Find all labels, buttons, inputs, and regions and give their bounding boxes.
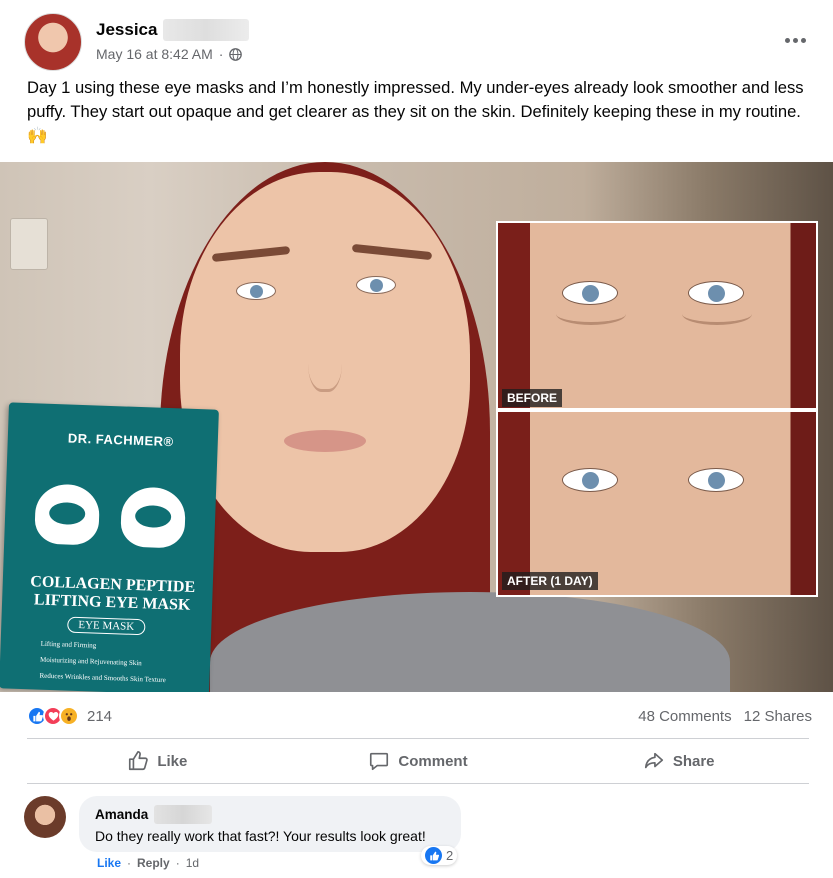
comment-reaction-badge[interactable]: 2 (421, 846, 458, 865)
comment-reply-link[interactable]: Reply (137, 856, 170, 870)
post-meta: May 16 at 8:42 AM · (96, 46, 243, 62)
comment-icon (370, 752, 389, 771)
before-after-panel: BEFORE AFTER (1 DAY) (496, 221, 818, 597)
comments-count[interactable]: 48 Comments (638, 708, 731, 725)
post-text: Day 1 using these eye masks and I’m hone… (27, 78, 804, 145)
comment-button-label: Comment (398, 752, 468, 770)
like-button-label: Like (157, 752, 188, 770)
share-icon (644, 752, 663, 769)
eye-mask-graphic (120, 486, 187, 549)
author-avatar[interactable] (24, 13, 82, 71)
comment-button[interactable]: Comment (288, 739, 549, 783)
comment-reaction-count: 2 (446, 848, 454, 863)
before-image: BEFORE (498, 223, 816, 408)
globe-icon (229, 47, 243, 61)
comment: Amanda Do they really work that fast?! Y… (22, 794, 822, 878)
author-name[interactable]: Jessica (96, 20, 157, 40)
comment-text: Do they really work that fast?! Your res… (95, 828, 426, 844)
product-brand: DR. FACHMER® (67, 430, 174, 450)
engagement-counts: 48 Comments 12 Shares (638, 708, 812, 725)
after-image: AFTER (1 DAY) (498, 412, 816, 595)
commenter-name-row: Amanda (95, 805, 445, 824)
eye-mask-graphic (34, 483, 101, 546)
share-button[interactable]: Share (548, 739, 809, 783)
post-photo[interactable]: DR. FACHMER® COLLAGEN PEPTIDE LIFTING EY… (0, 162, 833, 692)
comment-actions: Like · Reply · 1d (97, 856, 199, 870)
after-label: AFTER (1 DAY) (502, 572, 598, 590)
like-reaction-icon (425, 847, 442, 864)
comment-age[interactable]: 1d (186, 856, 199, 870)
commenter-avatar[interactable] (24, 796, 66, 838)
wall-switch (10, 218, 48, 270)
commenter-name[interactable]: Amanda (95, 807, 148, 822)
product-feature: Lifting and Firming (40, 639, 97, 650)
comment-like-link[interactable]: Like (97, 856, 121, 870)
redacted-surname (154, 805, 213, 824)
before-label: BEFORE (502, 389, 563, 407)
reaction-count: 214 (87, 707, 113, 725)
post-header: Jessica May 16 at 8:42 AM · (0, 0, 833, 76)
thumbs-up-icon (129, 751, 149, 771)
product-feature: Reduces Wrinkles and Smooths Skin Textur… (39, 671, 166, 685)
comment-action-separator: · (175, 856, 180, 870)
post-stats: 214 48 Comments 12 Shares (0, 692, 833, 738)
comment-action-separator: · (127, 856, 132, 870)
wow-reaction-icon (59, 706, 79, 726)
post-actions: Like Comment Share (27, 738, 809, 784)
shares-count[interactable]: 12 Shares (744, 708, 812, 725)
face (180, 172, 470, 552)
product-box: DR. FACHMER® COLLAGEN PEPTIDE LIFTING EY… (0, 402, 219, 692)
more-options-icon[interactable] (778, 28, 812, 52)
author-row: Jessica (96, 19, 250, 41)
product-subtitle: EYE MASK (67, 616, 146, 636)
product-feature: Moisturizing and Rejuvenating Skin (39, 655, 142, 668)
post-timestamp[interactable]: May 16 at 8:42 AM (96, 46, 213, 62)
product-title: COLLAGEN PEPTIDE LIFTING EYE MASK (30, 573, 196, 614)
reaction-summary[interactable]: 214 (27, 706, 112, 726)
meta-separator: · (218, 46, 224, 62)
comment-bubble: Amanda Do they really work that fast?! Y… (79, 796, 461, 852)
like-button[interactable]: Like (27, 739, 288, 783)
share-button-label: Share (672, 752, 715, 770)
redacted-surname (163, 19, 250, 41)
